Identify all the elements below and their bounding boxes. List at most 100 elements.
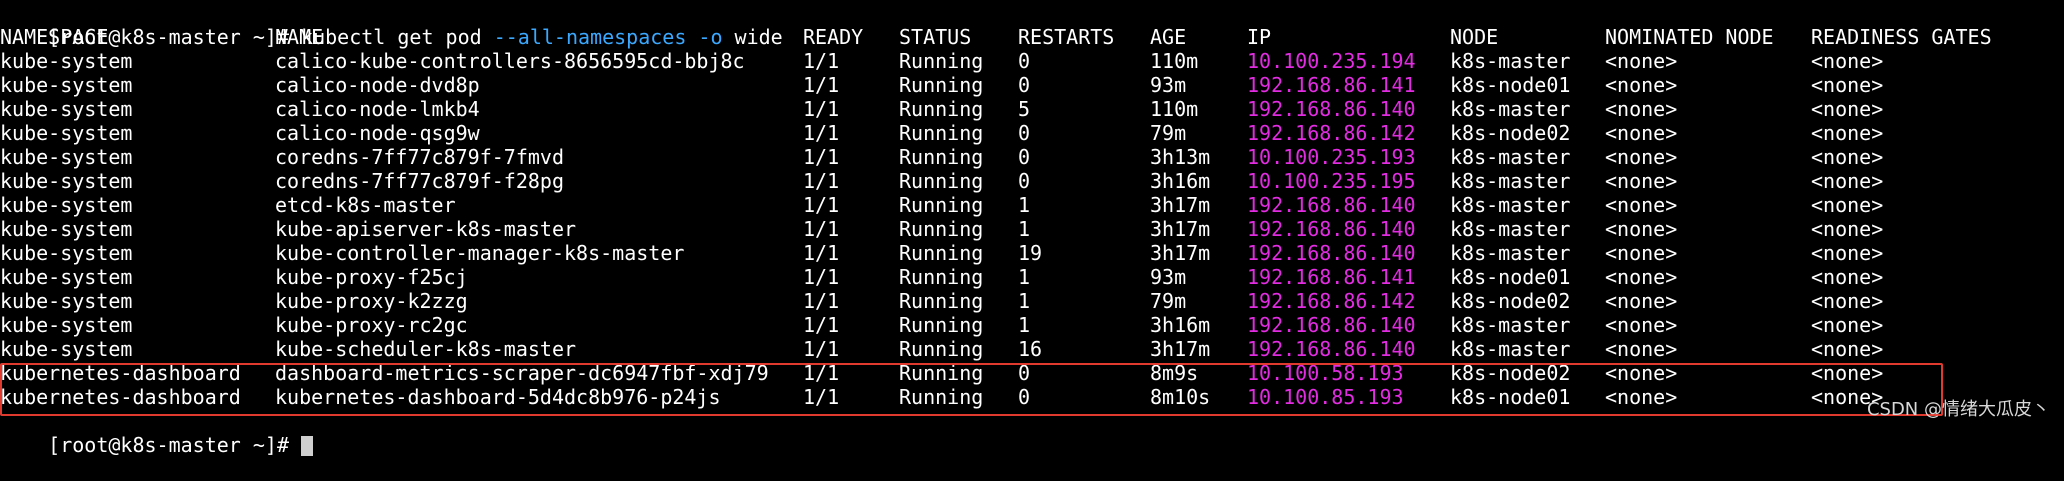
cell-nominated: <none> [1605, 313, 1678, 337]
column-header-nominated: NOMINATED NODE [1605, 25, 1774, 49]
column-header-node: NODE [1450, 25, 1499, 49]
cell-node: k8s-node02 [1450, 289, 1571, 313]
cell-ready: 1/1 [803, 97, 840, 121]
cell-name: etcd-k8s-master [275, 193, 456, 217]
cell-ready: 1/1 [803, 313, 840, 337]
cell-restarts: 0 [1018, 121, 1031, 145]
cell-ip: 192.168.86.140 [1247, 337, 1416, 361]
final-prompt-line[interactable]: [root@k8s-master ~]# [0, 409, 314, 457]
cell-readiness: <none> [1811, 217, 1884, 241]
cell-node: k8s-master [1450, 145, 1571, 169]
cell-name: calico-kube-controllers-8656595cd-bbj8c [275, 49, 745, 73]
cell-name: kube-apiserver-k8s-master [275, 217, 577, 241]
cell-ready: 1/1 [803, 49, 840, 73]
cell-ip: 10.100.235.193 [1247, 145, 1416, 169]
cell-restarts: 0 [1018, 73, 1031, 97]
cell-name: coredns-7ff77c879f-f28pg [275, 169, 564, 193]
cell-readiness: <none> [1811, 97, 1884, 121]
cell-nominated: <none> [1605, 73, 1678, 97]
command-space [686, 25, 698, 49]
cell-nominated: <none> [1605, 169, 1678, 193]
cell-status: Running [899, 313, 984, 337]
cell-ready: 1/1 [803, 73, 840, 97]
cell-ip: 192.168.86.141 [1247, 265, 1416, 289]
cell-restarts: 19 [1018, 241, 1043, 265]
cell-restarts: 1 [1018, 289, 1031, 313]
cell-nominated: <none> [1605, 265, 1678, 289]
cell-age: 3h13m [1150, 145, 1211, 169]
cell-status: Running [899, 289, 984, 313]
cell-ready: 1/1 [803, 289, 840, 313]
cell-status: Running [899, 145, 984, 169]
cell-restarts: 1 [1018, 193, 1031, 217]
cell-readiness: <none> [1811, 121, 1884, 145]
cell-namespace: kube-system [0, 337, 133, 361]
cell-ready: 1/1 [803, 241, 840, 265]
cell-ip: 192.168.86.141 [1247, 73, 1416, 97]
cell-readiness: <none> [1811, 313, 1884, 337]
column-header-ip: IP [1247, 25, 1272, 49]
cell-namespace: kube-system [0, 169, 133, 193]
cell-nominated: <none> [1605, 241, 1678, 265]
cell-name: coredns-7ff77c879f-7fmvd [275, 145, 564, 169]
cell-ready: 1/1 [803, 121, 840, 145]
cell-age: 93m [1150, 265, 1187, 289]
column-header-name: NAME [275, 25, 324, 49]
cell-status: Running [899, 337, 984, 361]
text-cursor [301, 436, 314, 456]
cell-name: calico-node-qsg9w [275, 121, 480, 145]
cell-name: kube-proxy-rc2gc [275, 313, 468, 337]
cell-node: k8s-master [1450, 337, 1571, 361]
cell-readiness: <none> [1811, 289, 1884, 313]
cell-status: Running [899, 217, 984, 241]
cell-name: kube-proxy-k2zzg [275, 289, 468, 313]
cell-readiness: <none> [1811, 49, 1884, 73]
cell-ready: 1/1 [803, 169, 840, 193]
cell-restarts: 1 [1018, 217, 1031, 241]
cell-namespace: kube-system [0, 97, 133, 121]
cell-namespace: kube-system [0, 241, 133, 265]
cell-namespace: kube-system [0, 73, 133, 97]
column-header-age: AGE [1150, 25, 1187, 49]
cell-age: 3h17m [1150, 217, 1211, 241]
cell-ready: 1/1 [803, 217, 840, 241]
cell-status: Running [899, 241, 984, 265]
cell-nominated: <none> [1605, 145, 1678, 169]
cell-ip: 192.168.86.140 [1247, 97, 1416, 121]
cell-nominated: <none> [1605, 337, 1678, 361]
cell-name: calico-node-dvd8p [275, 73, 480, 97]
cell-name: kube-controller-manager-k8s-master [275, 241, 685, 265]
cell-namespace: kube-system [0, 217, 133, 241]
command-text: kubectl get pod [301, 25, 494, 49]
cell-node: k8s-master [1450, 97, 1571, 121]
cell-ready: 1/1 [803, 145, 840, 169]
cell-node: k8s-master [1450, 193, 1571, 217]
cell-restarts: 1 [1018, 265, 1031, 289]
cell-namespace: kube-system [0, 289, 133, 313]
cell-ready: 1/1 [803, 193, 840, 217]
terminal-window[interactable]: [root@k8s-master ~]# kubectl get pod --a… [0, 0, 2064, 457]
cell-restarts: 1 [1018, 313, 1031, 337]
cell-status: Running [899, 121, 984, 145]
cell-readiness: <none> [1811, 73, 1884, 97]
column-header-ready: READY [803, 25, 864, 49]
cell-age: 3h17m [1150, 241, 1211, 265]
cell-readiness: <none> [1811, 169, 1884, 193]
cell-age: 79m [1150, 289, 1187, 313]
cell-nominated: <none> [1605, 49, 1678, 73]
cell-nominated: <none> [1605, 97, 1678, 121]
column-header-restarts: RESTARTS [1018, 25, 1115, 49]
cell-namespace: kube-system [0, 313, 133, 337]
cell-readiness: <none> [1811, 265, 1884, 289]
cell-restarts: 0 [1018, 49, 1031, 73]
cell-node: k8s-node01 [1450, 265, 1571, 289]
cell-status: Running [899, 49, 984, 73]
cell-nominated: <none> [1605, 217, 1678, 241]
column-header-status: STATUS [899, 25, 972, 49]
cell-node: k8s-node02 [1450, 121, 1571, 145]
cell-node: k8s-node01 [1450, 73, 1571, 97]
cell-name: kube-proxy-f25cj [275, 265, 468, 289]
command-line: [root@k8s-master ~]# kubectl get pod --a… [0, 1, 783, 49]
command-flag-output: -o [698, 25, 723, 49]
cell-namespace: kube-system [0, 121, 133, 145]
